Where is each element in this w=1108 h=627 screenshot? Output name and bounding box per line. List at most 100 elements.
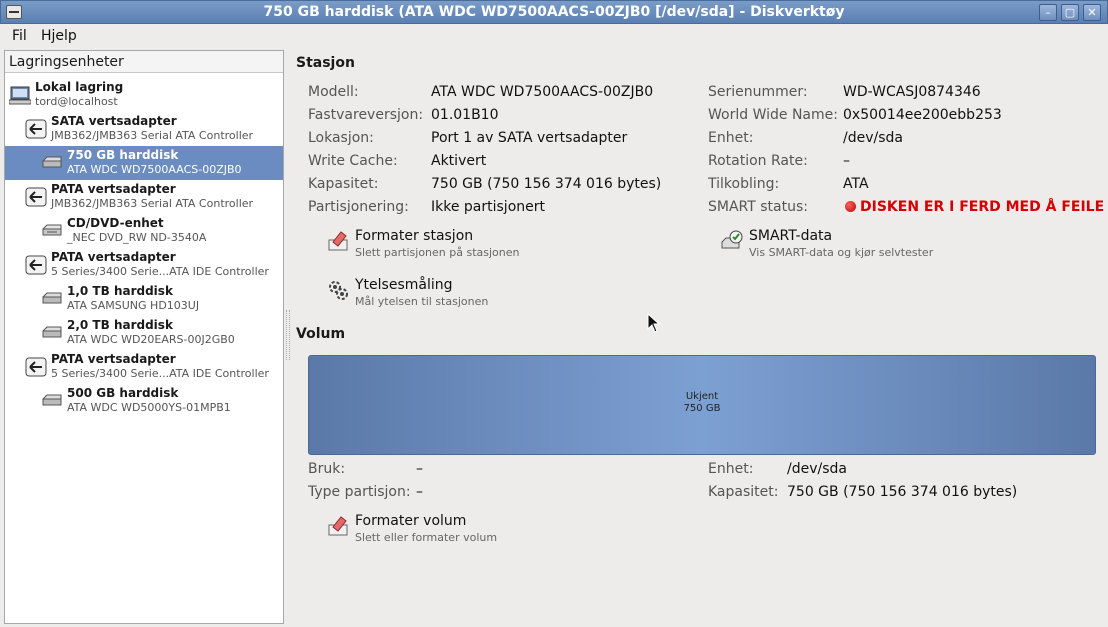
optical-drive-icon — [42, 224, 62, 236]
smart-health-icon — [721, 230, 743, 249]
mouse-cursor-icon — [647, 313, 661, 333]
drive-value: ATA — [843, 176, 869, 192]
drive-section-title: Stasjon — [296, 55, 355, 71]
drive-value: ATA WDC WD7500AACS-00ZJB0 — [431, 84, 654, 100]
minimize-button[interactable]: – — [1039, 4, 1057, 21]
action-subtitle: Vis SMART-data og kjør selvtester — [749, 246, 934, 259]
tree-item-title: PATA vertsadapter — [51, 182, 176, 196]
action-subtitle: Slett partisjonen på stasjonen — [355, 246, 520, 259]
drive-value: Aktivert — [431, 153, 487, 169]
menu-bar: Fil Hjelp — [0, 24, 1108, 47]
harddisk-icon — [42, 292, 62, 304]
drive-value: WD-WCASJ0874346 — [843, 84, 981, 100]
action-title: Formater volum — [355, 513, 467, 529]
menu-hjelp[interactable]: Hjelp — [41, 28, 77, 44]
drive-label: SMART status: — [708, 199, 808, 215]
action-subtitle: Mål ytelsen til stasjonen — [355, 295, 489, 308]
volume-value: – — [416, 484, 423, 500]
storage-devices-pane: Lagringsenheter Lokal lagring tord@local… — [4, 50, 284, 624]
tree-item-pata-adapter[interactable]: PATA vertsadapter 5 Series/3400 Serie...… — [5, 248, 283, 282]
drive-label: Rotation Rate: — [708, 153, 808, 169]
drive-value: 750 GB (750 156 374 016 bytes) — [431, 176, 662, 192]
action-subtitle: Slett eller formater volum — [355, 531, 498, 544]
drive-label: Serienummer: — [708, 84, 808, 100]
storage-devices-header: Lagringsenheter — [5, 51, 283, 73]
title-bar: 750 GB harddisk (ATA WDC WD7500AACS-00ZJ… — [0, 0, 1108, 24]
harddisk-icon — [42, 156, 62, 168]
close-button[interactable]: ✕ — [1083, 4, 1101, 21]
tree-item-title: 500 GB harddisk — [67, 386, 179, 400]
eraser-icon — [328, 231, 348, 251]
warning-dot-icon — [845, 201, 856, 212]
tree-item-title: PATA vertsadapter — [51, 250, 176, 264]
volume-section-title: Volum — [296, 326, 346, 342]
tree-item-subtitle: tord@localhost — [35, 95, 118, 108]
menu-fil[interactable]: Fil — [12, 28, 27, 44]
host-adapter-icon — [25, 255, 47, 275]
harddisk-icon — [42, 326, 62, 338]
eraser-icon — [328, 516, 348, 536]
tree-item-750gb-harddisk[interactable]: 750 GB harddisk ATA WDC WD7500AACS-00ZJB… — [5, 146, 283, 180]
volume-label: Bruk: — [308, 461, 346, 477]
drive-value: Ikke partisjonert — [431, 199, 545, 215]
drive-value: Port 1 av SATA vertsadapter — [431, 130, 628, 146]
drive-label: Lokasjon: — [308, 130, 374, 146]
volume-label: Enhet: — [708, 461, 754, 477]
tree-item-subtitle: ATA SAMSUNG HD103UJ — [67, 299, 200, 312]
drive-label: Partisjonering: — [308, 199, 409, 215]
volume-bar-label: Ukjent — [685, 391, 719, 402]
drive-value: – — [843, 153, 850, 169]
smart-status-text: DISKEN ER I FERD MED Å FEILE — [860, 199, 1105, 215]
host-adapter-icon — [25, 357, 47, 377]
tree-item-pata-adapter[interactable]: PATA vertsadapter 5 Series/3400 Serie...… — [5, 350, 283, 384]
maximize-button[interactable]: ▢ — [1061, 4, 1079, 21]
drive-label: Kapasitet: — [308, 176, 379, 192]
tree-item-local-storage[interactable]: Lokal lagring tord@localhost — [5, 78, 283, 112]
host-adapter-icon — [25, 187, 47, 207]
volume-value: – — [416, 461, 423, 477]
volume-value: 750 GB (750 156 374 016 bytes) — [787, 484, 1018, 500]
tree-item-subtitle: JMB362/JMB363 Serial ATA Controller — [51, 129, 254, 142]
tree-item-subtitle: _NEC DVD_RW ND-3540A — [67, 231, 207, 244]
tree-item-1tb-harddisk[interactable]: 1,0 TB harddisk ATA SAMSUNG HD103UJ — [5, 282, 283, 316]
drive-label: Write Cache: — [308, 153, 398, 169]
action-title: Ytelsesmåling — [355, 277, 453, 293]
drive-value: /dev/sda — [843, 130, 903, 146]
tree-item-title: CD/DVD-enhet — [67, 216, 164, 230]
tree-item-subtitle: 5 Series/3400 Serie...ATA IDE Controller — [51, 367, 269, 380]
computer-icon — [9, 86, 31, 105]
volume-label: Kapasitet: — [708, 484, 779, 500]
tree-item-cd-dvd[interactable]: CD/DVD-enhet _NEC DVD_RW ND-3540A — [5, 214, 283, 248]
volume-label: Type partisjon: — [308, 484, 411, 500]
tree-item-pata-adapter[interactable]: PATA vertsadapter JMB362/JMB363 Serial A… — [5, 180, 283, 214]
smart-status-value: DISKEN ER I FERD MED Å FEILE — [845, 199, 1104, 215]
tree-item-subtitle: 5 Series/3400 Serie...ATA IDE Controller — [51, 265, 269, 278]
drive-value: 01.01B10 — [431, 107, 499, 123]
volume-value: /dev/sda — [787, 461, 847, 477]
tree-item-subtitle: ATA WDC WD7500AACS-00ZJB0 — [67, 163, 242, 176]
drive-label: World Wide Name: — [708, 107, 838, 123]
tree-item-sata-adapter[interactable]: SATA vertsadapter JMB362/JMB363 Serial A… — [5, 112, 283, 146]
details-pane: Stasjon Modell: ATA WDC WD7500AACS-00ZJB… — [290, 50, 1104, 624]
tree-item-title: Lokal lagring — [35, 80, 124, 94]
tree-item-title: PATA vertsadapter — [51, 352, 176, 366]
tree-item-title: 750 GB harddisk — [67, 148, 179, 162]
drive-label: Modell: — [308, 84, 359, 100]
harddisk-icon — [42, 394, 62, 406]
tree-item-title: SATA vertsadapter — [51, 114, 177, 128]
tree-item-subtitle: JMB362/JMB363 Serial ATA Controller — [51, 197, 254, 210]
drive-label: Tilkobling: — [708, 176, 780, 192]
tree-item-500gb-harddisk[interactable]: 500 GB harddisk ATA WDC WD5000YS-01MPB1 — [5, 384, 283, 418]
tree-item-subtitle: ATA WDC WD20EARS-00J2GB0 — [67, 333, 235, 346]
tree-item-title: 1,0 TB harddisk — [67, 284, 173, 298]
action-title: SMART-data — [749, 228, 833, 244]
window-title: 750 GB harddisk (ATA WDC WD7500AACS-00ZJ… — [263, 4, 845, 20]
drive-label: Enhet: — [708, 130, 754, 146]
volume-bar[interactable]: Ukjent 750 GB — [308, 355, 1096, 455]
host-adapter-icon — [25, 119, 47, 139]
tree-item-subtitle: ATA WDC WD5000YS-01MPB1 — [67, 401, 231, 414]
gears-icon — [329, 281, 348, 300]
tree-item-title: 2,0 TB harddisk — [67, 318, 173, 332]
tree-item-2tb-harddisk[interactable]: 2,0 TB harddisk ATA WDC WD20EARS-00J2GB0 — [5, 316, 283, 350]
drive-label: Fastvareversjon: — [308, 107, 424, 123]
